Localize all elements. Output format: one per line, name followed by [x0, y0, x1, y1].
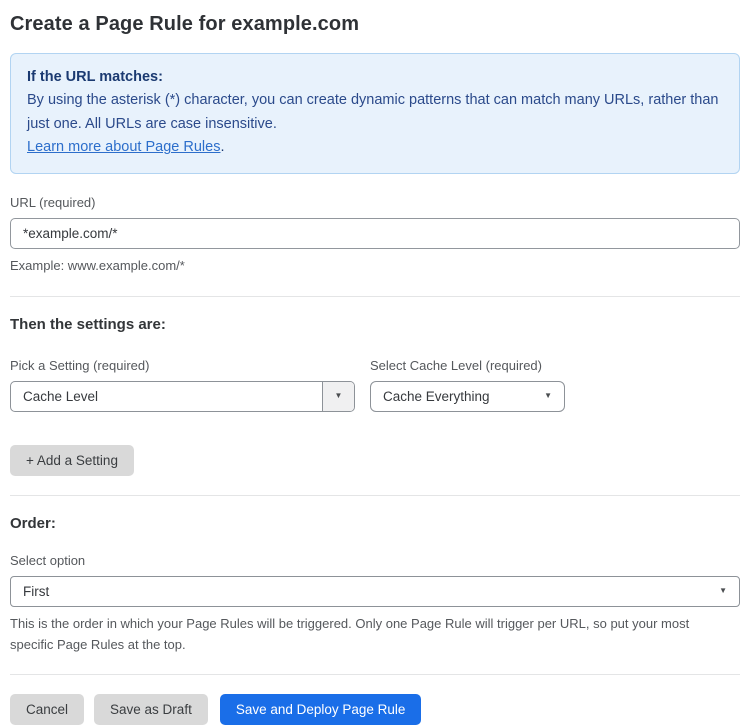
order-select-label: Select option: [10, 552, 86, 568]
order-section-heading: Order:: [10, 514, 56, 532]
page-rule-form: Create a Page Rule for example.com If th…: [0, 0, 750, 725]
save-draft-button[interactable]: Save as Draft: [94, 694, 208, 725]
setting-select-value: Cache Level: [23, 388, 99, 404]
setting-select[interactable]: Cache Level ▼: [10, 380, 355, 412]
add-setting-wrap: + Add a Setting: [10, 444, 740, 476]
info-box-heading: If the URL matches:: [27, 69, 163, 85]
order-select-value: First: [23, 583, 50, 599]
order-helper-text: This is the order in which your Page Rul…: [10, 615, 690, 652]
url-field-helper: Example: www.example.com/*: [10, 257, 185, 273]
cache-level-select[interactable]: Cache Everything ▼: [370, 380, 565, 412]
cache-level-picker-label: Select Cache Level (required): [370, 357, 542, 373]
url-match-info-box: If the URL matches: By using the asteris…: [10, 53, 740, 174]
cache-level-select-value: Cache Everything: [383, 388, 490, 404]
setting-picker-label: Pick a Setting (required): [10, 357, 150, 373]
info-box-link-line: Learn more about Page Rules.: [27, 136, 723, 159]
url-input[interactable]: [10, 217, 740, 249]
chevron-down-icon: ▼: [719, 586, 727, 596]
chevron-down-icon: ▼: [334, 391, 343, 401]
divider: [10, 674, 740, 676]
save-deploy-button[interactable]: Save and Deploy Page Rule: [219, 694, 422, 725]
link-suffix: .: [220, 139, 225, 156]
setting-select-arrow-box[interactable]: ▼: [322, 381, 354, 411]
add-setting-button[interactable]: + Add a Setting: [10, 444, 134, 476]
settings-row: Pick a Setting (required) Cache Level ▼ …: [10, 358, 740, 412]
page-title: Create a Page Rule for example.com: [10, 13, 360, 35]
cache-level-picker-group: Select Cache Level (required) Cache Ever…: [370, 358, 565, 412]
info-box-body: By using the asterisk (*) character, you…: [27, 92, 719, 132]
settings-section-heading: Then the settings are:: [10, 315, 166, 333]
setting-picker-group: Pick a Setting (required) Cache Level ▼: [10, 358, 355, 412]
footer-actions: Cancel Save as Draft Save and Deploy Pag…: [10, 694, 740, 725]
divider: [10, 295, 740, 297]
cancel-button[interactable]: Cancel: [10, 694, 85, 725]
url-field-label: URL (required): [10, 194, 96, 210]
learn-more-link[interactable]: Learn more about Page Rules: [27, 139, 220, 155]
chevron-down-icon: ▼: [544, 391, 552, 401]
divider: [10, 494, 740, 496]
order-select[interactable]: First ▼: [10, 575, 740, 607]
